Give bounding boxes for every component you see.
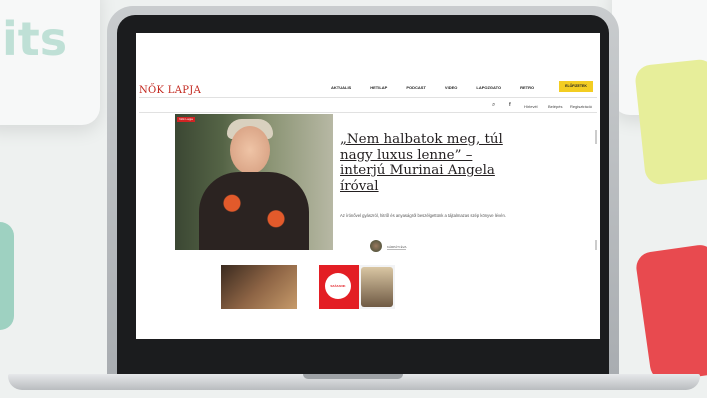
background-text: its xyxy=(2,12,68,66)
subscribe-button[interactable]: ELŐFIZETEK xyxy=(559,81,593,92)
search-icon[interactable]: ⌕ xyxy=(492,102,495,109)
article-lead: Az írónővel gyászról, hitről és anyaságr… xyxy=(340,213,506,218)
header-divider xyxy=(139,97,597,98)
facebook-icon[interactable]: f xyxy=(509,102,511,108)
scroll-indicator-top xyxy=(595,130,597,144)
thumbnail-photo-2[interactable]: SZÁZADIK SZÜLETÉSNAPJA xyxy=(319,265,395,309)
brand-badge: Nők Lapja xyxy=(177,117,195,122)
nav-item-podcast[interactable]: PODCAST xyxy=(406,85,426,90)
background-block-red xyxy=(634,243,707,383)
article-title[interactable]: „Nem halbatok meg, túl nagy luxus lenne”… xyxy=(340,132,518,194)
login-link[interactable]: Belépés xyxy=(548,104,562,109)
main-nav: AKTUALIS HETILAP PODCAST VIDEO LAPOZGATO… xyxy=(331,85,553,90)
register-link[interactable]: Regisztráció xyxy=(570,104,592,109)
website-screen: NŐK LAPJA AKTUALIS HETILAP PODCAST VIDEO… xyxy=(136,33,600,339)
thumbnail-portrait xyxy=(361,267,393,307)
hero-face xyxy=(230,126,270,174)
author-avatar[interactable] xyxy=(370,240,382,252)
nav-item-retro[interactable]: RETRO xyxy=(520,85,534,90)
newsletter-link[interactable]: Hírlevél xyxy=(524,104,538,109)
author-name[interactable]: KÁRPÁTI ÉVA xyxy=(387,245,407,250)
nav-item-video[interactable]: VIDEO xyxy=(445,85,457,90)
thumbnail-label: SZÁZADIK SZÜLETÉSNAPJA xyxy=(325,273,351,299)
hero-image[interactable] xyxy=(175,114,333,250)
background-block-teal xyxy=(0,222,14,330)
nav-item-hetilap[interactable]: HETILAP xyxy=(370,85,387,90)
laptop-notch xyxy=(303,374,403,379)
nav-item-aktualis[interactable]: AKTUALIS xyxy=(331,85,351,90)
background-block-lime xyxy=(633,58,707,186)
utility-divider xyxy=(139,112,597,113)
site-logo[interactable]: NŐK LAPJA xyxy=(139,85,201,96)
nav-item-lapozgato[interactable]: LAPOZGATO xyxy=(476,85,501,90)
scroll-indicator-bottom xyxy=(595,240,597,250)
thumbnail-photo-1[interactable] xyxy=(221,265,297,309)
hero-blouse xyxy=(199,172,309,250)
